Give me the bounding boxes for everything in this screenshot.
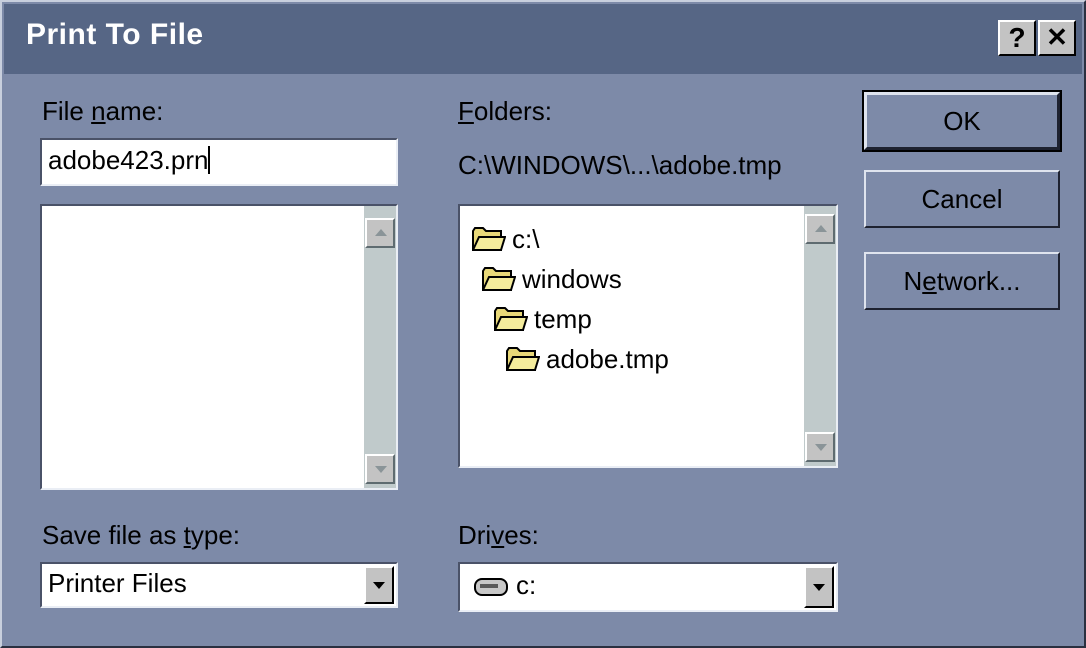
title-bar[interactable]: Print To File ? ✕: [4, 4, 1082, 74]
print-to-file-dialog: Print To File ? ✕ File name: adobe423.pr…: [0, 0, 1086, 648]
scroll-down-icon: [815, 444, 827, 451]
open-folder-icon: [472, 227, 506, 251]
cancel-button[interactable]: Cancel: [864, 170, 1060, 228]
chevron-down-icon: [373, 582, 385, 589]
network-button[interactable]: Network...: [864, 252, 1060, 310]
drives-select[interactable]: c:: [458, 562, 838, 612]
hard-drive-icon: [474, 578, 508, 596]
file-list-scroll-up-button[interactable]: [365, 218, 395, 248]
chevron-down-icon: [813, 584, 825, 591]
save-as-type-select[interactable]: Printer Files: [40, 562, 398, 608]
save-as-type-label: Save file as type:: [42, 520, 241, 550]
file-list-scroll-down-button[interactable]: [365, 454, 395, 484]
ok-button[interactable]: OK: [862, 90, 1062, 152]
folder-list[interactable]: c:\ windows temp adobe.tmp: [458, 204, 838, 468]
open-folder-icon: [506, 347, 540, 371]
file-name-value: adobe423.prn: [48, 145, 211, 175]
folder-list-scrollbar[interactable]: [804, 206, 836, 466]
scroll-up-icon: [815, 225, 827, 232]
text-caret: [208, 146, 211, 174]
folders-label: Folders:: [458, 96, 552, 126]
close-icon: ✕: [1046, 22, 1068, 52]
save-as-type-value: Printer Files: [48, 568, 187, 598]
window-title: Print To File: [26, 18, 204, 51]
help-button[interactable]: ?: [998, 20, 1036, 56]
close-button[interactable]: ✕: [1038, 20, 1076, 56]
folder-list-scroll-up-button[interactable]: [805, 214, 835, 244]
open-folder-icon: [482, 267, 516, 291]
folder-list-scroll-down-button[interactable]: [805, 432, 835, 462]
file-name-label: File name:: [42, 96, 164, 126]
save-as-type-dropdown-button[interactable]: [364, 566, 394, 604]
file-list-scrollbar[interactable]: [364, 206, 396, 488]
current-folder-path: C:\WINDOWS\...\adobe.tmp: [458, 150, 782, 180]
file-list[interactable]: [40, 204, 398, 490]
file-name-input[interactable]: adobe423.prn: [40, 138, 398, 186]
scroll-down-icon: [375, 466, 387, 473]
drives-dropdown-button[interactable]: [804, 566, 834, 608]
scroll-up-icon: [375, 229, 387, 236]
drives-value: c:: [516, 570, 537, 600]
open-folder-icon: [494, 307, 528, 331]
drives-label: Drives:: [458, 520, 539, 550]
